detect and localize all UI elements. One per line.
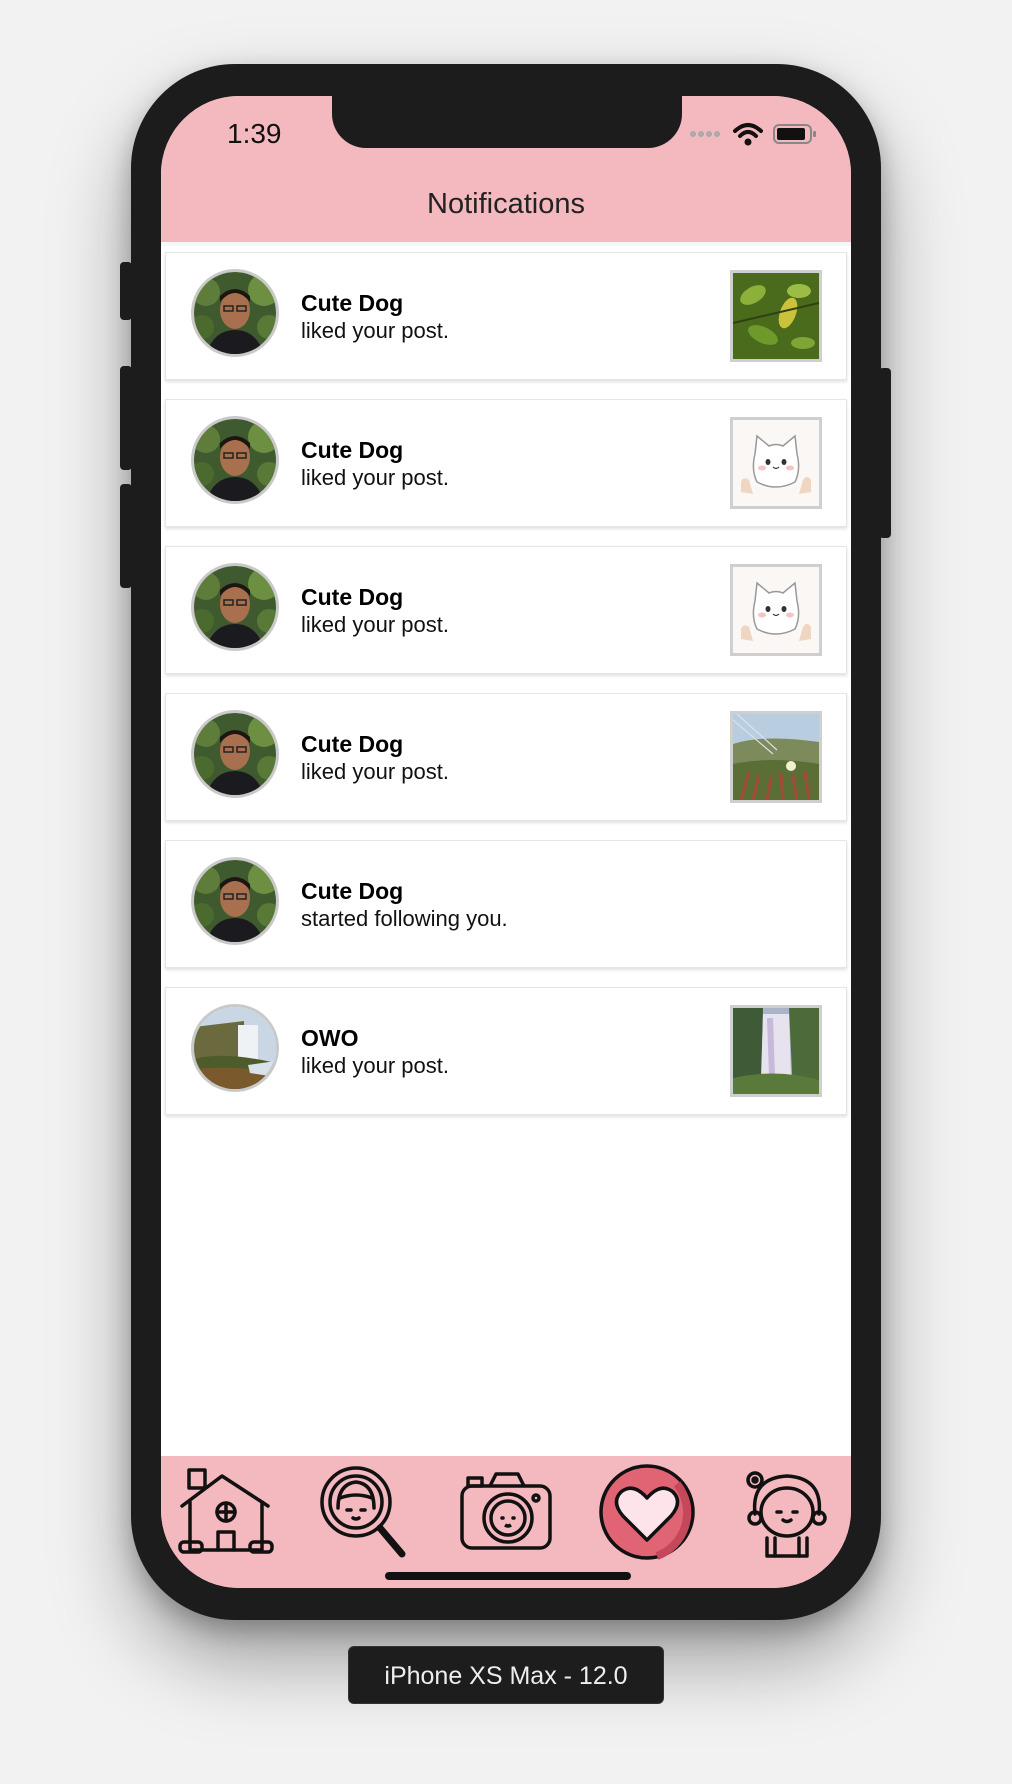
notch — [332, 96, 682, 148]
status-time: 1:39 — [227, 118, 282, 149]
mute-switch — [120, 262, 132, 320]
tab-activity[interactable] — [597, 1462, 697, 1562]
notification-row[interactable]: OWO liked your post. — [165, 987, 847, 1115]
notification-text: liked your post. — [301, 759, 449, 784]
search-icon — [320, 1466, 406, 1558]
notification-username[interactable]: Cute Dog — [301, 583, 449, 611]
notification-row[interactable]: Cute Dog liked your post. — [165, 693, 847, 821]
notification-username[interactable]: Cute Dog — [301, 289, 449, 317]
wifi-icon — [733, 123, 763, 146]
notification-text: started following you. — [301, 906, 508, 931]
notification-row[interactable]: Cute Dog liked your post. — [165, 252, 847, 380]
tab-bar — [161, 1456, 851, 1588]
tab-home[interactable] — [176, 1462, 276, 1562]
post-thumbnail[interactable] — [730, 417, 822, 509]
notification-row[interactable]: Cute Dog liked your post. — [165, 546, 847, 674]
notification-text: liked your post. — [301, 318, 449, 343]
post-thumbnail[interactable] — [730, 564, 822, 656]
camera-icon — [460, 1472, 552, 1550]
signal-icon — [690, 131, 720, 137]
notification-row[interactable]: Cute Dog started following you. — [165, 840, 847, 968]
notification-username[interactable]: OWO — [301, 1024, 449, 1052]
battery-icon — [773, 124, 816, 144]
volume-down-button — [120, 484, 132, 588]
avatar[interactable] — [191, 416, 279, 504]
avatar[interactable] — [191, 1004, 279, 1092]
notification-text: liked your post. — [301, 465, 449, 490]
avatar[interactable] — [191, 857, 279, 945]
device-label: iPhone XS Max - 12.0 — [348, 1646, 664, 1704]
post-thumbnail[interactable] — [730, 711, 822, 803]
tab-search[interactable] — [314, 1462, 414, 1562]
tab-profile[interactable] — [737, 1462, 837, 1562]
heart-icon — [599, 1464, 695, 1560]
status-icons — [689, 122, 817, 146]
screen: 1:39 Notifications Cute Dog liked your p… — [161, 96, 851, 1588]
page-title: Notifications — [427, 188, 585, 220]
post-thumbnail[interactable] — [730, 1005, 822, 1097]
notification-list[interactable]: Cute Dog liked your post. Cute Dog liked… — [165, 252, 847, 1134]
notification-row[interactable]: Cute Dog liked your post. — [165, 399, 847, 527]
profile-icon — [746, 1471, 827, 1558]
avatar[interactable] — [191, 269, 279, 357]
post-thumbnail[interactable] — [730, 270, 822, 362]
notification-username[interactable]: Cute Dog — [301, 436, 449, 464]
tab-camera[interactable] — [456, 1462, 556, 1562]
header-divider — [161, 242, 851, 246]
power-button — [879, 368, 891, 538]
avatar[interactable] — [191, 563, 279, 651]
avatar[interactable] — [191, 710, 279, 798]
notification-username[interactable]: Cute Dog — [301, 730, 449, 758]
home-icon — [178, 1468, 274, 1554]
notification-username[interactable]: Cute Dog — [301, 877, 508, 905]
notification-text: liked your post. — [301, 1053, 449, 1078]
notification-text: liked your post. — [301, 612, 449, 637]
home-indicator[interactable] — [385, 1572, 631, 1580]
volume-up-button — [120, 366, 132, 470]
